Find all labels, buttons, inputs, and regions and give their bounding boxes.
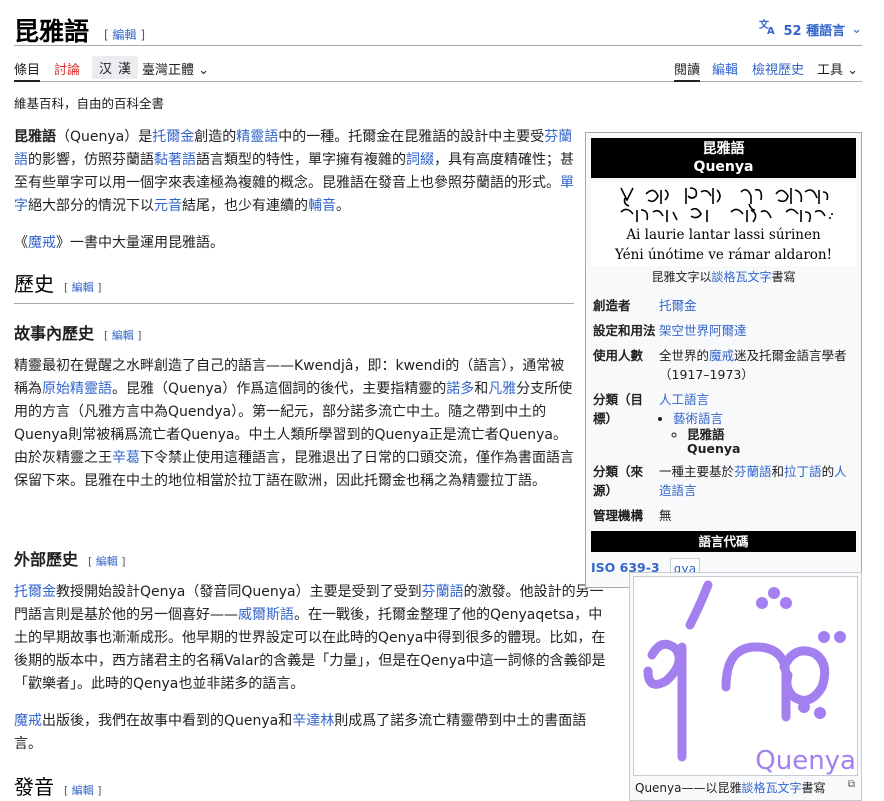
infobox: 昆雅語 Quenya Ai laurie lantar lassi súrinen… bbox=[585, 132, 862, 588]
tab-talk[interactable]: 討論 bbox=[54, 59, 80, 78]
section-history-heading: 歷史[ 編輯 ] bbox=[14, 273, 574, 304]
link-vanyar[interactable]: 凡雅 bbox=[488, 381, 516, 397]
link-noldor[interactable]: 諾多 bbox=[446, 381, 474, 397]
link-lotr[interactable]: 魔戒 bbox=[709, 348, 734, 363]
external-paragraph-2: 魔戒出版後，我們在故事中看到的Quenya和辛達林則成爲了諾多流亡精靈帶到中土的… bbox=[14, 713, 587, 752]
variant-dropdown[interactable]: 臺灣正體 ⌄ bbox=[142, 59, 209, 78]
link-tengwar[interactable]: 談格瓦文字 bbox=[742, 781, 802, 795]
tab-article[interactable]: 條目 bbox=[14, 59, 41, 82]
variant-hans[interactable]: 汉 bbox=[99, 62, 112, 77]
edit-section-link[interactable]: 編輯 bbox=[72, 784, 94, 797]
tagline: 維基百科，自由的百科全書 bbox=[14, 96, 165, 111]
tengwar-thumbnail: Quenya Quenya——以昆雅談格瓦文字書寫 ⧉ bbox=[629, 572, 862, 801]
variant-switch: 汉漢 bbox=[92, 56, 139, 79]
tengwar-sample-image: Ai laurie lantar lassi súrinen Yéni únót… bbox=[591, 182, 856, 266]
edit-section-link[interactable]: 編輯 bbox=[96, 555, 118, 568]
intro-paragraph: 昆雅語（Quenya）是托爾金創造的精靈語中的一種。托爾金在昆雅語的設計中主要受… bbox=[14, 129, 574, 214]
title-edit-link[interactable]: 編輯 bbox=[113, 28, 137, 42]
link-primitive-elvish[interactable]: 原始精靈語 bbox=[42, 381, 112, 397]
link-affix[interactable]: 詞綴 bbox=[406, 152, 434, 168]
section-external-heading: 外部歷史[ 編輯 ] bbox=[14, 550, 126, 569]
main-content: 昆雅語（Quenya）是托爾金創造的精靈語中的一種。托爾金在昆雅語的設計中主要受… bbox=[14, 126, 574, 507]
edit-section-link[interactable]: 編輯 bbox=[72, 281, 94, 294]
link-tengwar[interactable]: 談格瓦文字 bbox=[711, 270, 771, 284]
chevron-down-icon: ⌄ bbox=[847, 63, 859, 78]
section-phonology-heading: 發音[ 編輯 ] bbox=[14, 776, 612, 801]
tools-menu[interactable]: 工具 ⌄ bbox=[817, 59, 858, 78]
tab-history[interactable]: 檢視歷史 bbox=[752, 59, 804, 78]
link-tolkien[interactable]: 托爾金 bbox=[152, 129, 194, 145]
link-latin[interactable]: 拉丁語 bbox=[784, 464, 822, 479]
infobox-row-creator: 創造者 托爾金 bbox=[593, 298, 697, 313]
svg-text:A: A bbox=[767, 26, 775, 35]
link-finnish[interactable]: 芬蘭語 bbox=[422, 584, 464, 600]
link-consonant[interactable]: 輔音 bbox=[308, 198, 336, 214]
quenya-tengwar-image[interactable]: Quenya bbox=[633, 576, 858, 776]
language-button[interactable]: 文A 52 種語言 ⌄ bbox=[759, 18, 862, 39]
tengwar-latin-line2: Yéni únótime ve rámar aldaron! bbox=[614, 247, 833, 263]
link-artistic-language[interactable]: 藝術語言 bbox=[673, 411, 723, 426]
link-sindarin[interactable]: 辛達林 bbox=[292, 713, 334, 729]
tabs-row: 條目 討論 汉漢 臺灣正體 ⌄ 閱讀 編輯 檢視歷史 工具 ⌄ bbox=[14, 56, 862, 82]
thumb-caption: Quenya——以昆雅談格瓦文字書寫 bbox=[635, 781, 826, 795]
infobox-row-speakers: 使用人數 全世界的魔戒迷及托爾金語言學者（1917–1973） bbox=[593, 348, 847, 382]
infobox-row-setting: 設定和用法 架空世界阿爾達 bbox=[593, 323, 747, 338]
link-lotr[interactable]: 魔戒 bbox=[28, 235, 56, 251]
link-tolkien[interactable]: 托爾金 bbox=[14, 584, 56, 600]
tab-edit[interactable]: 編輯 bbox=[712, 59, 738, 78]
external-paragraph: 托爾金教授開始設計Qenya（發音同Quenya）主要是受到了受到芬蘭語的激發。… bbox=[14, 584, 606, 692]
title-edit: [ 編輯 ] bbox=[104, 28, 146, 42]
thumb-quenya-word: Quenya bbox=[755, 746, 856, 776]
variant-hant[interactable]: 漢 bbox=[118, 62, 131, 77]
external-history: 外部歷史[ 編輯 ] 托爾金教授開始設計Qenya（發音同Quenya）主要是受… bbox=[14, 548, 612, 801]
tab-read[interactable]: 閱讀 bbox=[674, 59, 701, 82]
translate-icon: 文A bbox=[759, 18, 777, 39]
edit-section-link[interactable]: 編輯 bbox=[112, 329, 134, 342]
language-count: 52 種語言 bbox=[783, 23, 846, 39]
tengwar-latin-line1: Ai laurie lantar lassi súrinen bbox=[626, 227, 821, 243]
enlarge-icon[interactable]: ⧉ bbox=[848, 779, 855, 790]
internal-paragraph: 精靈最初在覺醒之水畔創造了自己的語言——Kwendjâ，即：kwendi的（語言… bbox=[14, 358, 574, 489]
chevron-down-icon: ⌄ bbox=[851, 21, 862, 37]
link-arda[interactable]: 架空世界阿爾達 bbox=[659, 323, 747, 338]
link-agglutinative[interactable]: 黏著語 bbox=[154, 152, 196, 168]
link-lotr[interactable]: 魔戒 bbox=[14, 713, 42, 729]
section-internal-heading: 故事內歷史[ 編輯 ] bbox=[14, 324, 142, 343]
title-row: 昆雅語 [ 編輯 ] 文A 52 種語言 ⌄ bbox=[14, 10, 862, 46]
infobox-code-header: 語言代碼 bbox=[591, 531, 856, 552]
link-elvish[interactable]: 精靈語 bbox=[236, 129, 278, 145]
link-welsh[interactable]: 威爾斯語 bbox=[238, 607, 294, 623]
infobox-row-class-source: 分類（來源） 一種主要基於芬蘭語和拉丁語的人造語言 bbox=[593, 464, 847, 498]
link-tolkien[interactable]: 托爾金 bbox=[659, 298, 697, 313]
infobox-title: 昆雅語 Quenya bbox=[591, 138, 856, 178]
link-vowel[interactable]: 元音 bbox=[154, 198, 182, 214]
link-finnish[interactable]: 芬蘭語 bbox=[734, 464, 772, 479]
intro-paragraph-2: 《魔戒》一書中大量運用昆雅語。 bbox=[14, 235, 224, 251]
infobox-row-class-purpose: 分類（目標）人工語言 藝術語言 昆雅語Quenya bbox=[591, 387, 856, 459]
infobox-caption: 昆雅文字以談格瓦文字書寫 bbox=[651, 270, 796, 284]
chevron-down-icon: ⌄ bbox=[198, 63, 210, 78]
infobox-row-regulator: 管理機構無 bbox=[593, 508, 672, 523]
link-constructed-language[interactable]: 人工語言 bbox=[659, 392, 709, 407]
page-title: 昆雅語 bbox=[14, 17, 90, 46]
link-thingol[interactable]: 辛葛 bbox=[112, 450, 140, 466]
